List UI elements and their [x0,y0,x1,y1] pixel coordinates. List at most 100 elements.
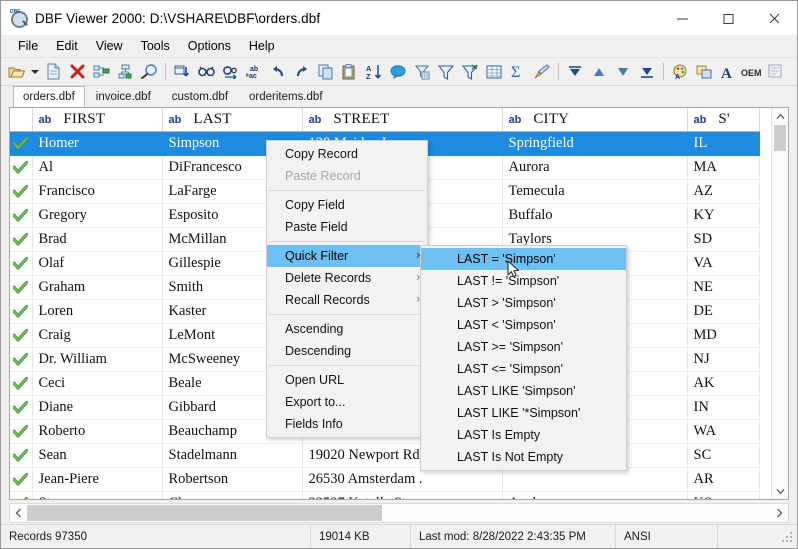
comment-icon[interactable] [386,60,410,83]
new-record-icon[interactable] [41,60,65,83]
zoom-record-icon[interactable] [137,60,161,83]
table-row[interactable]: Sean Stadelmann 19020 Newport Rd SC [10,443,760,468]
cell-first[interactable]: Jean-Piere [32,467,163,492]
quick-filter-option[interactable]: LAST Is Empty [421,424,626,446]
row-marker[interactable] [10,371,33,396]
cell-state[interactable]: AR [687,467,760,492]
replace-icon[interactable]: ab ac [242,60,266,83]
cell-last[interactable]: Robertson [162,467,303,492]
row-marker[interactable] [10,323,33,348]
menu-help[interactable]: Help [240,37,284,55]
cell-state[interactable]: NE [687,275,760,300]
row-marker[interactable] [10,347,33,372]
cell-city[interactable]: Springfield [502,131,688,156]
header-last[interactable]: ab LAST [162,108,303,132]
cell-state[interactable]: KY [687,203,760,228]
row-marker[interactable] [10,299,33,324]
cell-first[interactable]: Dr. William [32,347,163,372]
quick-filter-option[interactable]: LAST <= 'Simpson' [421,358,626,380]
row-marker[interactable] [10,467,33,492]
menu-file[interactable]: File [9,37,47,55]
quick-filter-option[interactable]: LAST LIKE 'Simpson' [421,380,626,402]
menu-tools[interactable]: Tools [132,37,179,55]
cell-state[interactable]: IN [687,395,760,420]
cell-state[interactable]: IL [687,131,760,156]
menu-item-recall-records[interactable]: Recall Records › [267,289,427,311]
table-row[interactable]: SteveChang32527 Katella St.AnchorageKS [10,491,760,499]
menu-options[interactable]: Options [179,37,240,55]
header-street[interactable]: ab STREET [302,108,503,132]
menu-item-ascending[interactable]: Ascending [267,318,427,340]
sort-az-icon[interactable]: A Z [362,60,386,83]
tab-custom[interactable]: custom.dbf [161,86,239,107]
copy-icon[interactable] [314,60,338,83]
quick-filter-option[interactable]: LAST >= 'Simpson' [421,336,626,358]
menu-view[interactable]: View [87,37,132,55]
cell-city[interactable]: Temecula [502,179,688,204]
undo-icon[interactable] [266,60,290,83]
cell-first[interactable]: Steve [32,491,163,499]
menu-item-copy-field[interactable]: Copy Field [267,194,427,216]
menu-item-delete-records[interactable]: Delete Records › [267,267,427,289]
quick-filter-option[interactable]: LAST != 'Simpson' [421,270,626,292]
row-marker[interactable] [10,443,33,468]
cell-first[interactable]: Brad [32,227,163,252]
close-button[interactable] [751,1,797,35]
paint-icon[interactable] [530,60,554,83]
indexes-icon[interactable] [89,60,113,83]
cell-state[interactable]: DE [687,299,760,324]
menu-item-fields-info[interactable]: Fields Info [267,413,427,435]
horizontal-scroll-thumb[interactable] [27,505,382,521]
cell-first[interactable]: Craig [32,323,163,348]
header-state[interactable]: ab S' [687,108,760,132]
row-marker[interactable] [10,131,33,156]
horizontal-scroll-track[interactable] [27,505,771,521]
quick-filter-option[interactable]: LAST > 'Simpson' [421,292,626,314]
header-first[interactable]: ab FIRST [32,108,163,132]
cell-first[interactable]: Diane [32,395,163,420]
tab-orders[interactable]: orders.dbf [13,86,85,108]
sum-icon[interactable]: Σ [506,60,530,83]
cell-city[interactable]: Buffalo [502,203,688,228]
menu-item-copy-record[interactable]: Copy Record [267,143,427,165]
font-icon[interactable]: A [716,60,740,83]
row-marker[interactable] [10,275,33,300]
cell-city[interactable]: Aurora [502,155,688,180]
resize-grip-icon[interactable] [780,530,794,544]
scroll-left-icon[interactable] [10,508,27,518]
table-row[interactable]: Jean-Piere Robertson 26530 Amsterdam . AR [10,467,760,492]
next-record-icon[interactable] [611,60,635,83]
cell-street[interactable]: 32527 Katella St. [302,491,503,499]
menu-item-export-to[interactable]: Export to... [267,391,427,413]
clear-filter-icon[interactable] [458,60,482,83]
header-city[interactable]: ab CITY [502,108,688,132]
cell-first[interactable]: Al [32,155,163,180]
find-next-icon[interactable] [218,60,242,83]
quick-filter-option[interactable]: LAST Is Not Empty [421,446,626,468]
cell-state[interactable]: SC [687,443,760,468]
cell-first[interactable]: Roberto [32,419,163,444]
maximize-button[interactable] [705,1,751,35]
find-icon[interactable] [194,60,218,83]
print-preview-icon[interactable] [764,60,788,83]
cell-city[interactable]: Anchorage [502,491,688,499]
cell-first[interactable]: Sean [32,443,163,468]
cell-state[interactable]: WA [687,419,760,444]
redo-icon[interactable] [290,60,314,83]
filter-funnel-icon[interactable] [434,60,458,83]
windows-icon[interactable] [692,60,716,83]
scroll-down-icon[interactable] [772,483,788,499]
menu-item-paste-field[interactable]: Paste Field [267,216,427,238]
cell-first[interactable]: Graham [32,275,163,300]
row-marker[interactable] [10,203,33,228]
cell-first[interactable]: Francisco [32,179,163,204]
menu-item-descending[interactable]: Descending [267,340,427,362]
goto-record-icon[interactable] [170,60,194,83]
cell-state[interactable]: SD [687,227,760,252]
cell-state[interactable]: NJ [687,347,760,372]
row-marker[interactable] [10,227,33,252]
row-marker[interactable] [10,491,33,499]
colors-icon[interactable]: A [668,60,692,83]
menu-edit[interactable]: Edit [47,37,87,55]
open-folder-icon[interactable] [5,60,29,83]
